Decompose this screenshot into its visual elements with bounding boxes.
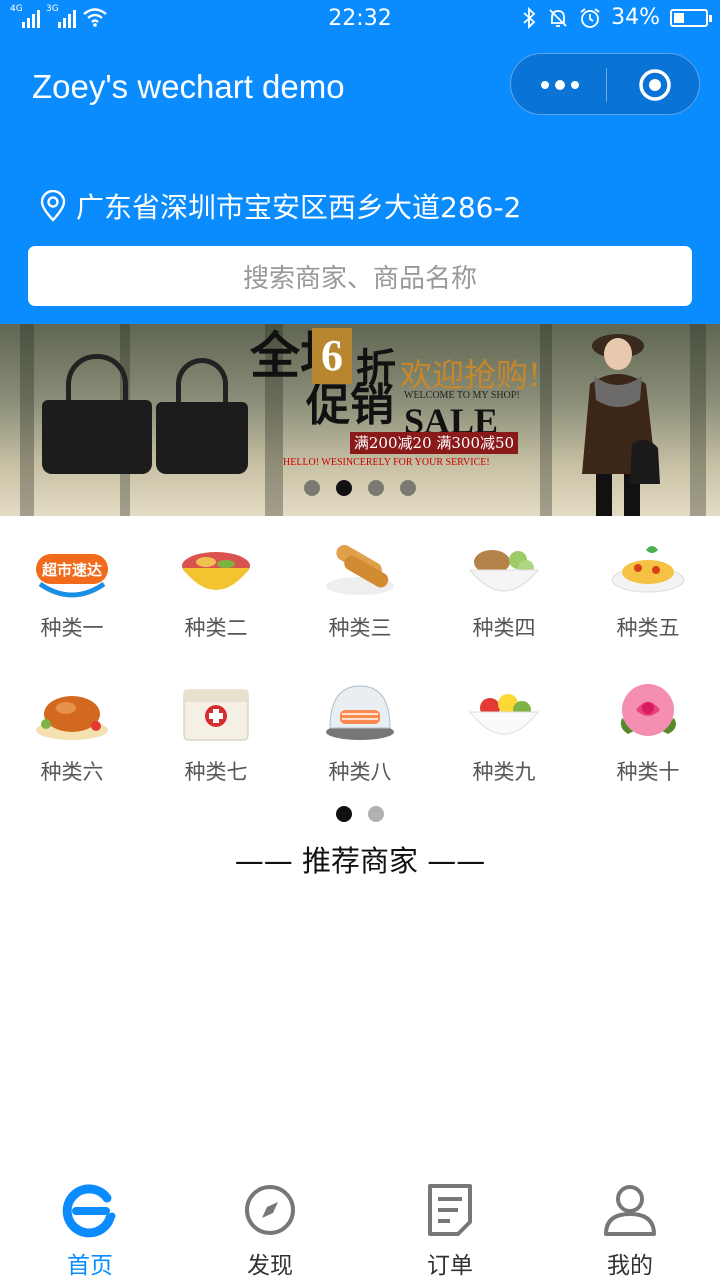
category-item[interactable]: 种类八 <box>288 660 432 786</box>
category-label: 种类四 <box>472 616 536 640</box>
category-item[interactable]: 种类三 <box>288 516 432 642</box>
banner-pager <box>304 480 416 496</box>
tab-mine-label: 我的 <box>607 1253 653 1279</box>
user-icon <box>604 1185 656 1236</box>
home-e-icon <box>62 1184 116 1238</box>
salmon-dish-icon <box>320 672 400 752</box>
battery-percent: 34% <box>611 5 660 30</box>
supermarket-express-icon: 超市速达 <box>32 528 112 608</box>
mute-bell-icon <box>549 8 567 27</box>
banner-dot[interactable] <box>400 480 416 496</box>
category-label: 种类五 <box>616 616 680 640</box>
tab-home[interactable]: 首页 <box>0 1170 180 1280</box>
location-pin-icon <box>40 190 66 222</box>
compass-icon <box>245 1185 295 1235</box>
tab-bar: 首页 发现 订单 我的 <box>0 1170 720 1280</box>
category-item[interactable]: 种类十 <box>576 660 720 786</box>
close-miniprogram-button[interactable] <box>638 68 672 102</box>
tab-discover-label: 发现 <box>247 1253 293 1279</box>
page-title: Zoey's wechart demo <box>32 68 345 105</box>
bluetooth-icon <box>523 6 536 29</box>
fruit-bowl-icon <box>464 672 544 752</box>
category-label: 种类二 <box>184 616 248 640</box>
miniprogram-capsule <box>510 53 700 115</box>
banner-tree <box>690 324 706 516</box>
category-label: 种类三 <box>328 616 392 640</box>
rice-bowl-icon <box>176 528 256 608</box>
handbag-image <box>156 358 248 474</box>
battery-icon <box>670 8 712 27</box>
banner-dot[interactable] <box>336 480 352 496</box>
pasta-icon <box>608 528 688 608</box>
tab-home-label: 首页 <box>67 1253 113 1279</box>
supermarket-badge-text: 超市速达 <box>41 561 102 579</box>
capsule-divider <box>606 68 607 102</box>
rose-icon <box>608 672 688 752</box>
tab-discover[interactable]: 发现 <box>180 1170 360 1280</box>
category-item[interactable]: 超市速达 种类一 <box>0 516 144 642</box>
category-label: 种类一 <box>40 616 104 640</box>
category-label: 种类十 <box>616 760 680 784</box>
header: 广东省深圳市宝安区西乡大道286-2 搜索商家、商品名称 <box>0 138 720 324</box>
spring-roll-icon <box>320 528 400 608</box>
promo-service: HELLO! WESINCERELY FOR YOUR SERVICE! <box>283 457 490 468</box>
location-address: 广东省深圳市宝安区西乡大道286-2 <box>76 191 522 224</box>
tab-orders[interactable]: 订单 <box>360 1170 540 1280</box>
banner-tree <box>20 324 34 516</box>
promo-zhe: 折 <box>356 345 396 392</box>
banner-tree <box>540 324 552 516</box>
category-label: 种类七 <box>184 760 248 784</box>
category-page-dot[interactable] <box>368 806 384 822</box>
category-label: 种类六 <box>40 760 104 784</box>
category-label: 种类九 <box>472 760 536 784</box>
category-item[interactable]: 种类六 <box>0 660 144 786</box>
roast-chicken-icon <box>32 672 112 752</box>
category-item[interactable]: 种类九 <box>432 660 576 786</box>
category-item[interactable]: 种类二 <box>144 516 288 642</box>
handbag-image <box>42 354 152 474</box>
category-item[interactable]: 种类四 <box>432 516 576 642</box>
model-image <box>582 334 660 516</box>
nav-bar: Zoey's wechart demo <box>0 38 720 138</box>
search-input[interactable]: 搜索商家、商品名称 <box>28 246 692 306</box>
tab-orders-label: 订单 <box>427 1253 473 1279</box>
category-item[interactable]: 种类五 <box>576 516 720 642</box>
meat-bowl-icon <box>464 528 544 608</box>
order-list-icon <box>428 1184 472 1236</box>
promo-banner[interactable]: 全场 促销 6 折 欢迎抢购! WELCOME TO MY SHOP! SALE… <box>0 324 720 516</box>
banner-dot[interactable] <box>304 480 320 496</box>
tab-mine[interactable]: 我的 <box>540 1170 720 1280</box>
banner-dot[interactable] <box>368 480 384 496</box>
more-button[interactable] <box>511 54 606 114</box>
recommended-merchants-title: —— 推荐商家 —— <box>234 844 486 878</box>
category-item[interactable]: 种类七 <box>144 660 288 786</box>
category-label: 种类八 <box>328 760 392 784</box>
promo-deal: 满200减20 满300减50 <box>350 432 518 454</box>
promo-discount: 6 <box>312 328 352 384</box>
first-aid-kit-icon <box>176 672 256 752</box>
status-bar: 4G 3G 22:32 34% <box>0 0 720 38</box>
search-placeholder: 搜索商家、商品名称 <box>242 263 477 294</box>
location-bar[interactable]: 广东省深圳市宝安区西乡大道286-2 <box>40 186 521 226</box>
category-pager <box>336 806 384 822</box>
alarm-icon <box>580 7 600 28</box>
category-page-dot[interactable] <box>336 806 352 822</box>
